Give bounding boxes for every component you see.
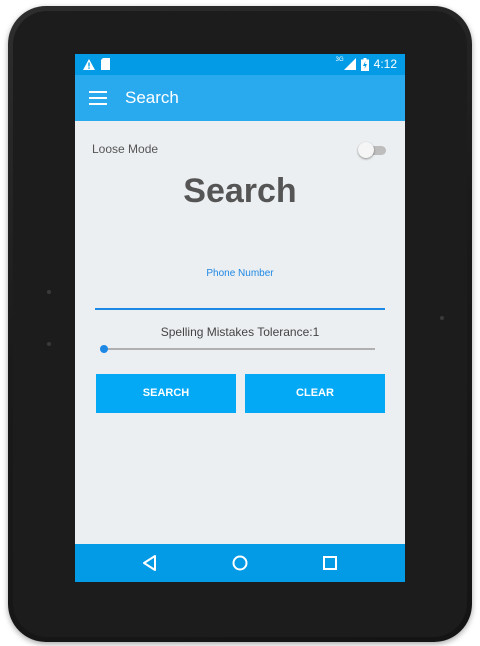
sd-card-icon: [101, 58, 110, 70]
loose-mode-label: Loose Mode: [92, 142, 159, 156]
phone-number-input[interactable]: [95, 280, 385, 310]
switch-thumb: [358, 142, 374, 158]
bezel-dot: [47, 290, 51, 294]
back-icon[interactable]: [140, 553, 160, 573]
app-screen: 3G 4:12 Search Loose Mode Search Phone N…: [75, 54, 405, 582]
network-type-label: 3G: [335, 57, 344, 63]
recents-icon[interactable]: [320, 553, 340, 573]
search-button[interactable]: SEARCH: [96, 374, 236, 413]
clear-button[interactable]: CLEAR: [245, 374, 385, 413]
home-icon[interactable]: [230, 553, 250, 573]
slider-thumb[interactable]: [100, 345, 108, 353]
status-left-icons: [83, 58, 110, 70]
battery-icon: [360, 57, 369, 71]
navigation-bar: [75, 544, 405, 582]
warning-icon: [83, 58, 95, 70]
loose-mode-switch[interactable]: [358, 142, 388, 158]
page-title: Search: [183, 172, 297, 210]
status-right-icons: 3G 4:12: [336, 57, 397, 71]
slider-track: [104, 348, 375, 350]
tolerance-label: Spelling Mistakes Tolerance:1: [160, 325, 320, 339]
phone-number-label: Phone Number: [206, 268, 274, 279]
toolbar-title: Search: [125, 88, 179, 107]
signal-icon: [343, 58, 356, 70]
app-toolbar: Search: [75, 75, 405, 121]
loose-mode-row: Loose Mode: [92, 142, 388, 158]
tolerance-slider[interactable]: [100, 342, 375, 356]
hamburger-menu-icon[interactable]: [89, 91, 107, 105]
bezel-dot: [47, 342, 51, 346]
clock: 4:12: [373, 57, 397, 71]
camera-dot: [440, 316, 444, 320]
status-bar: 3G 4:12: [75, 54, 405, 75]
